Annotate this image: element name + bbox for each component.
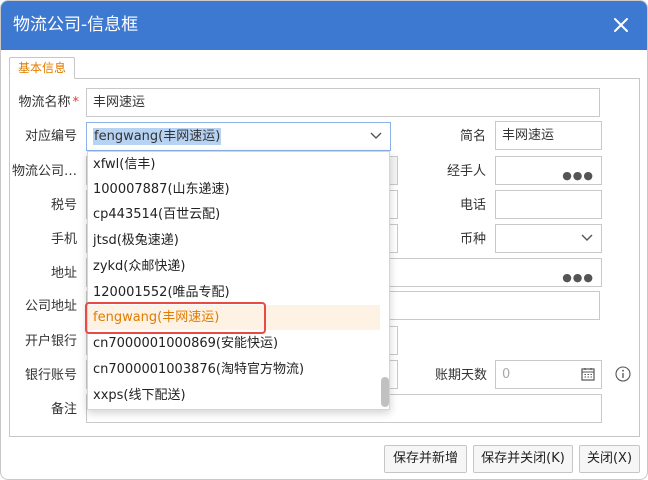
info-icon[interactable] — [615, 366, 631, 382]
dialog-title: 物流公司-信息框 — [13, 15, 139, 35]
name-label: 物流名称 * — [18, 95, 80, 110]
payment-days-input[interactable]: 0 — [495, 360, 602, 389]
dropdown-item-selected[interactable]: fengwang(丰网速运) — [85, 302, 380, 334]
name-value: 丰网速运 — [93, 95, 146, 110]
more-dots-icon[interactable]: ●●● — [562, 264, 594, 286]
short-name-value: 丰网速运 — [502, 128, 555, 143]
code-dropdown-list: xfwl(信丰) 100007887(山东递速) cp443514(百世云配) … — [85, 151, 390, 410]
more-dots-icon[interactable]: ●●● — [562, 162, 594, 184]
phone-label: 电话 — [459, 198, 486, 213]
highlight-box — [85, 302, 266, 334]
account-label: 银行账号 — [24, 368, 77, 383]
required-mark: * — [72, 95, 80, 110]
name-input[interactable]: 丰网速运 — [86, 88, 600, 117]
calendar-icon[interactable] — [581, 367, 595, 381]
bank-label: 开户银行 — [24, 334, 77, 349]
tax-label: 税号 — [50, 198, 77, 213]
title-bar: 物流公司-信息框 — [1, 1, 647, 50]
dropdown-item[interactable]: zykd(众邮快递) — [88, 254, 380, 279]
close-button[interactable]: 关闭(X) — [579, 445, 640, 473]
currency-label: 币种 — [459, 232, 486, 247]
payment-days-label: 账期天数 — [434, 368, 487, 383]
dropdown-item[interactable]: cn7000001000869(安能快运) — [88, 331, 380, 356]
chevron-down-icon[interactable] — [370, 132, 382, 140]
code-label: 对应编号 — [24, 129, 77, 144]
save-and-new-button[interactable]: 保存并新增 — [384, 445, 467, 473]
dropdown-scrollbar[interactable] — [381, 377, 389, 407]
code-value: fengwang(丰网速运) — [93, 128, 222, 145]
save-and-close-button[interactable]: 保存并关闭(K) — [473, 445, 573, 473]
chevron-down-icon[interactable] — [581, 234, 593, 242]
payment-days-placeholder: 0 — [502, 367, 511, 382]
logistics-company-dialog: 物流公司-信息框 基本信息 物流名称 * 丰网速运 对应编号 fengwang(丰… — [0, 0, 648, 480]
company-address-label: 公司地址 — [24, 299, 77, 314]
remark-label: 备注 — [50, 402, 77, 417]
short-name-input[interactable]: 丰网速运 — [495, 121, 602, 150]
phone-input[interactable] — [495, 190, 602, 219]
dropdown-item[interactable]: 100007887(山东递速) — [88, 177, 380, 202]
currency-select[interactable] — [495, 224, 602, 253]
mobile-label: 手机 — [50, 232, 77, 247]
dropdown-item[interactable]: xfwl(信丰) — [88, 152, 380, 177]
handler-label: 经手人 — [446, 164, 486, 179]
close-icon[interactable] — [609, 13, 633, 37]
short-name-label: 简名 — [459, 129, 486, 144]
code-combobox[interactable]: fengwang(丰网速运) — [86, 122, 391, 151]
dropdown-item[interactable]: xxps(线下配送) — [88, 383, 380, 408]
dropdown-item[interactable]: cn7000001003876(淘特官方物流) — [88, 357, 380, 382]
dropdown-item[interactable]: jtsd(极兔速递) — [88, 228, 380, 253]
company-label: 物流公司… — [11, 164, 77, 179]
dropdown-item[interactable]: cp443514(百世云配) — [88, 202, 380, 227]
address-label: 地址 — [50, 266, 77, 281]
handler-input[interactable]: ●●● — [495, 156, 602, 185]
tab-basic-info[interactable]: 基本信息 — [9, 57, 75, 79]
